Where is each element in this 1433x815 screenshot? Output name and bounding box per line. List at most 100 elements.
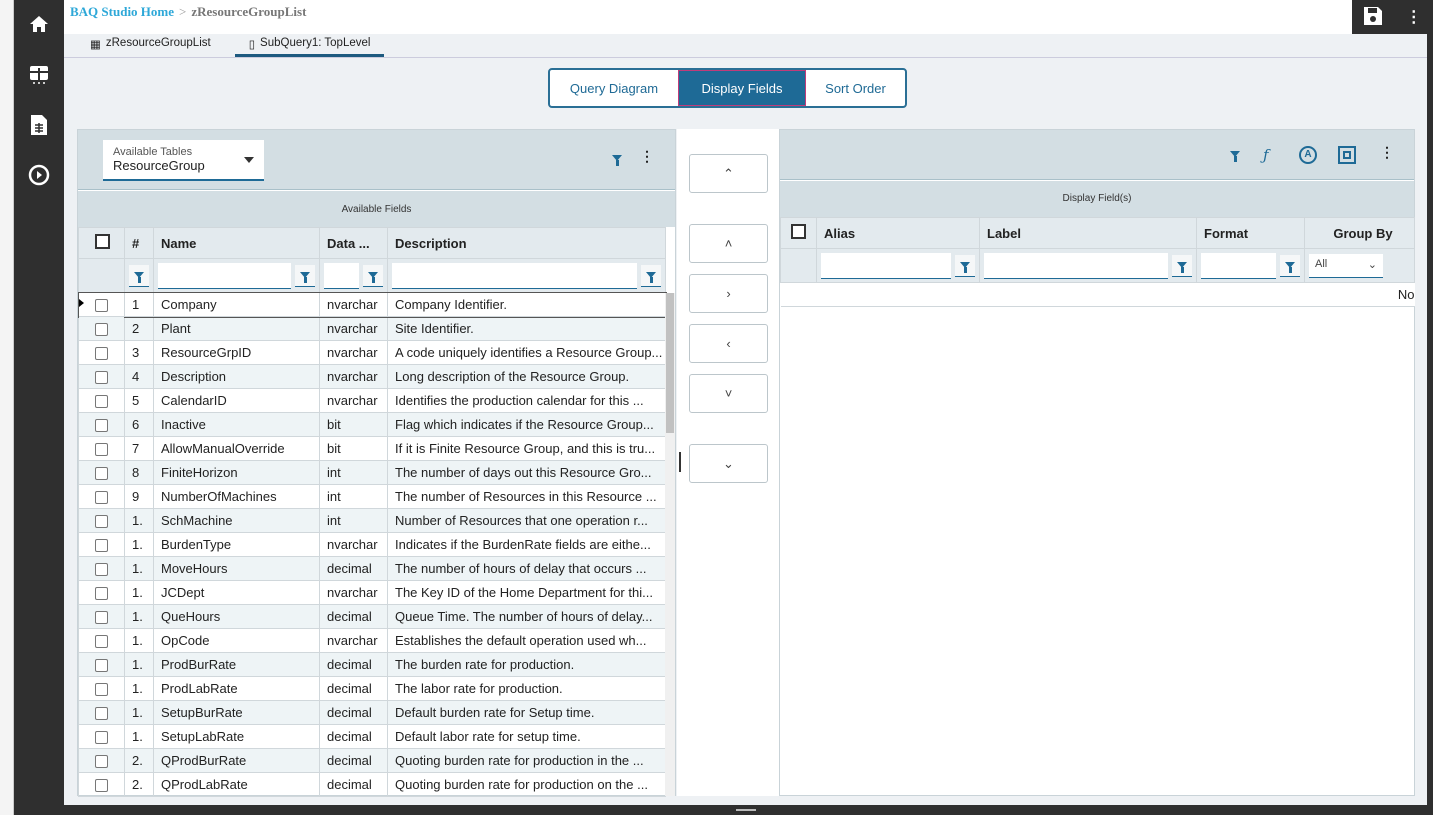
filter-button[interactable]	[641, 264, 661, 287]
row-checkbox[interactable]	[95, 539, 108, 553]
description-filter-input[interactable]	[392, 262, 637, 289]
row-checkbox[interactable]	[95, 731, 108, 745]
alias-icon[interactable]: A	[1299, 146, 1317, 164]
row-checkbox[interactable]	[95, 419, 108, 433]
table-row[interactable]: 1. OpCode nvarchar Establishes the default …	[78, 628, 666, 653]
play-circle-icon[interactable]	[27, 163, 51, 187]
row-checkbox[interactable]	[95, 467, 108, 481]
add-field-button[interactable]: ›	[689, 274, 768, 313]
table-row[interactable]: 1. MoveHours decimal The number of hours of…	[78, 556, 666, 581]
move-up-button[interactable]: ˄	[689, 224, 768, 263]
table-row[interactable]: 1. SetupLabRate decimal Default labor rate …	[78, 724, 666, 749]
table-row[interactable]: 7 AllowManualOverride bit If it is Finite R…	[78, 436, 666, 461]
resize-handle[interactable]	[736, 809, 756, 811]
table-row[interactable]: 6 Inactive bit Flag which indicates if the …	[78, 412, 666, 437]
splitter-handle[interactable]	[679, 452, 681, 472]
cell-data-type: decimal	[319, 772, 388, 797]
available-tables-dropdown[interactable]: Available Tables ResourceGroup	[103, 140, 264, 181]
table-row[interactable]: 2. QProdBurRate decimal Quoting burden rate…	[78, 748, 666, 773]
table-row[interactable]: 1. ProdLabRate decimal The labor rate for p…	[78, 676, 666, 701]
more-options-icon[interactable]: ⋮	[1380, 144, 1394, 161]
row-checkbox[interactable]	[95, 683, 108, 697]
tab-label: zResourceGroupList	[105, 37, 211, 49]
select-all-checkbox[interactable]	[791, 224, 806, 239]
table-row[interactable]: 3 ResourceGrpID nvarchar A code uniquely id…	[78, 340, 666, 365]
table-row[interactable]: 5 CalendarID nvarchar Identifies the produc…	[78, 388, 666, 413]
tab-sort-order[interactable]: Sort Order	[806, 70, 905, 106]
filter-icon[interactable]	[1230, 151, 1240, 162]
name-filter-input[interactable]	[158, 262, 291, 289]
row-checkbox[interactable]	[95, 491, 108, 505]
filter-button[interactable]	[129, 264, 149, 287]
tab-query-diagram[interactable]: Query Diagram	[550, 70, 678, 106]
format-filter-input[interactable]	[1201, 252, 1276, 279]
row-checkbox[interactable]	[95, 563, 108, 577]
filter-button[interactable]	[955, 254, 975, 277]
table-row[interactable]: 1. SchMachine int Number of Resources that …	[78, 508, 666, 533]
column-header-description[interactable]: Description	[387, 227, 666, 259]
row-checkbox[interactable]	[95, 707, 108, 721]
remove-field-button[interactable]: ‹	[689, 324, 768, 363]
row-checkbox[interactable]	[95, 515, 108, 529]
select-all-checkbox[interactable]	[95, 234, 110, 249]
more-options-icon[interactable]: ⋮	[1406, 7, 1422, 27]
table-row[interactable]: 8 FiniteHorizon int The number of days out …	[78, 460, 666, 485]
tab-subquery[interactable]: ▯ SubQuery1: TopLevel	[234, 34, 385, 57]
row-checkbox[interactable]	[95, 347, 108, 361]
vertical-scrollbar[interactable]	[665, 293, 675, 796]
row-checkbox[interactable]	[95, 323, 108, 337]
column-header-name[interactable]: Name	[153, 227, 320, 259]
row-checkbox[interactable]	[95, 443, 108, 457]
cell-number: 2.	[124, 772, 154, 797]
row-checkbox[interactable]	[95, 755, 108, 769]
table-row[interactable]: 1. BurdenType nvarchar Indicates if the Bur…	[78, 532, 666, 557]
filter-button[interactable]	[1280, 254, 1300, 277]
row-checkbox[interactable]	[95, 659, 108, 673]
column-header-format[interactable]: Format	[1196, 217, 1305, 249]
report-icon[interactable]	[27, 113, 51, 137]
cell-number: 9	[124, 484, 154, 509]
table-row[interactable]: 1. SetupBurRate decimal Default burden rate…	[78, 700, 666, 725]
label-filter-input[interactable]	[984, 252, 1168, 279]
row-checkbox[interactable]	[95, 779, 108, 793]
row-checkbox[interactable]	[95, 635, 108, 649]
tab-display-fields[interactable]: Display Fields	[678, 70, 806, 106]
table-row[interactable]: 4 Description nvarchar Long description of …	[78, 364, 666, 389]
row-checkbox[interactable]	[95, 587, 108, 601]
move-down-button[interactable]: ˅	[689, 374, 768, 413]
column-header-alias[interactable]: Alias	[816, 217, 980, 249]
filter-button[interactable]	[1172, 254, 1192, 277]
cell-description: Site Identifier.	[387, 316, 666, 341]
table-row[interactable]: 9 NumberOfMachines int The number of Resour…	[78, 484, 666, 509]
tab-query[interactable]: ▦ zResourceGroupList	[76, 34, 225, 57]
column-header-data-type[interactable]: Data ...	[319, 227, 388, 259]
table-row[interactable]: 1 Company nvarchar Company Identifier.	[77, 291, 667, 318]
table-row[interactable]: 1. JCDept nvarchar The Key ID of the Home D…	[78, 580, 666, 605]
move-to-top-button[interactable]: ⌃	[689, 154, 768, 193]
calculated-field-icon[interactable]	[1338, 146, 1356, 164]
move-to-bottom-button[interactable]: ⌄	[689, 444, 768, 483]
save-icon[interactable]	[1363, 6, 1383, 29]
filter-button[interactable]	[295, 264, 315, 287]
row-checkbox[interactable]	[95, 371, 108, 385]
column-header-number[interactable]: #	[124, 227, 154, 259]
filter-icon[interactable]	[612, 155, 622, 166]
row-checkbox[interactable]	[95, 299, 108, 313]
row-checkbox[interactable]	[95, 395, 108, 409]
table-row[interactable]: 2. QProdLabRate decimal Quoting burden rate…	[78, 772, 666, 797]
data-type-filter-input[interactable]	[324, 262, 359, 289]
filter-button[interactable]	[363, 264, 383, 287]
grid-icon[interactable]	[27, 63, 51, 87]
breadcrumb-home-link[interactable]: BAQ Studio Home	[70, 4, 174, 19]
column-header-label[interactable]: Label	[979, 217, 1197, 249]
function-icon[interactable]: ƒ	[1263, 146, 1269, 164]
row-checkbox[interactable]	[95, 611, 108, 625]
column-header-group-by[interactable]: Group By	[1304, 217, 1415, 249]
table-row[interactable]: 1. ProdBurRate decimal The burden rate for …	[78, 652, 666, 677]
table-row[interactable]: 2 Plant nvarchar Site Identifier.	[78, 316, 666, 341]
more-options-icon[interactable]: ⋮	[640, 148, 654, 165]
alias-filter-input[interactable]	[821, 252, 951, 279]
table-row[interactable]: 1. QueHours decimal Queue Time. The number …	[78, 604, 666, 629]
home-icon[interactable]	[27, 12, 51, 36]
group-by-filter-select[interactable]: All ⌄	[1309, 253, 1383, 278]
